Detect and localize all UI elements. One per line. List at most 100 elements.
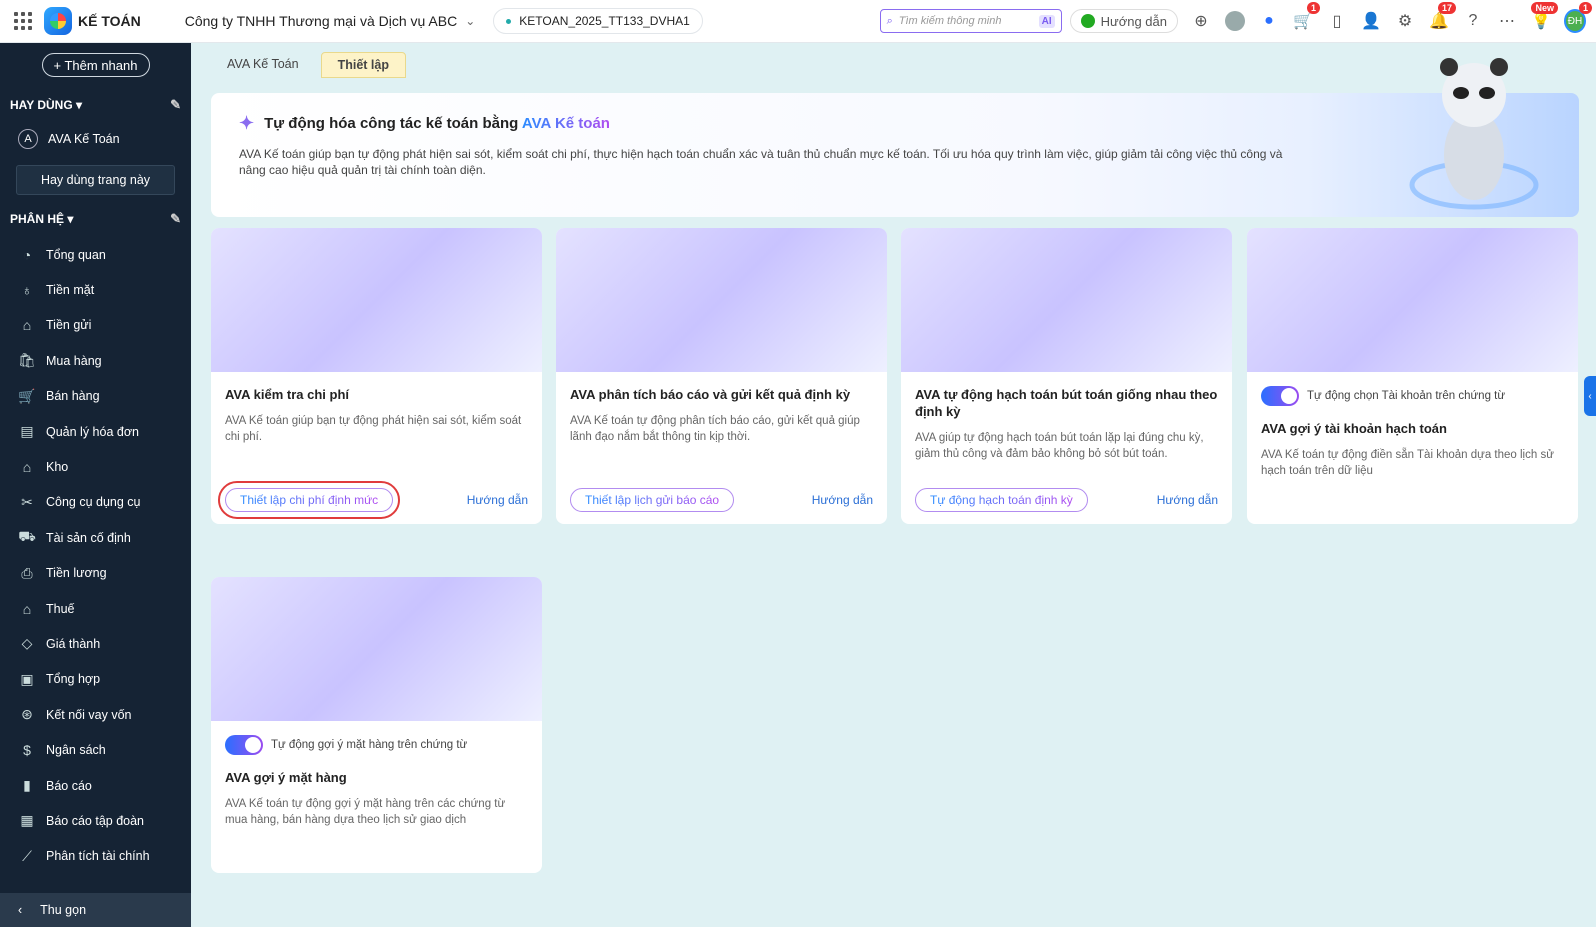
- sidebar-item-label: Bán hàng: [46, 389, 100, 404]
- sidebar-item[interactable]: ▦ Báo cáo tập đoàn: [0, 803, 191, 838]
- toggle-label: Tự động chọn Tài khoản trên chứng từ: [1307, 390, 1506, 402]
- sidebar-item[interactable]: ⛟ Tài sản cố định: [0, 520, 191, 555]
- sidebar-item[interactable]: ⟋ Phân tích tài chính: [0, 839, 191, 874]
- sparkle-icon: ✦: [239, 113, 255, 133]
- company-selector[interactable]: Công ty TNHH Thương mại và Dịch vụ ABC: [185, 13, 457, 29]
- mobile-icon[interactable]: ▯: [1326, 10, 1348, 32]
- play-icon: [1080, 14, 1095, 28]
- edit-icon[interactable]: ✎: [170, 211, 181, 227]
- card-description: AVA Kế toán tự động phân tích báo cáo, g…: [570, 415, 860, 443]
- ai-badge: AI: [1038, 14, 1055, 28]
- module-icon: ✂: [21, 493, 33, 510]
- guide-link[interactable]: Hướng dẫn: [812, 493, 873, 507]
- guide-link[interactable]: Hướng dẫn: [467, 493, 528, 507]
- module-icon: ▣: [20, 670, 34, 687]
- module-icon: ▦: [20, 812, 34, 829]
- sidebar-item[interactable]: ♁ Tiền mặt: [0, 272, 191, 307]
- module-icon: ⌂: [22, 600, 32, 617]
- sidebar-item[interactable]: ⎙ Tiền lương: [0, 556, 191, 591]
- profile-picture-icon[interactable]: [1224, 10, 1246, 32]
- sidebar-item[interactable]: ⌂ Kho: [0, 449, 191, 484]
- frequent-section-header[interactable]: HAY DÙNG ▾ ✎: [0, 95, 191, 115]
- sidebar-item-label: Phân tích tài chính: [46, 849, 150, 864]
- hero-description: AVA Kế toán giúp bạn tự động phát hiện s…: [239, 147, 1283, 177]
- cart-badge: 1: [1306, 2, 1320, 14]
- smart-search-input[interactable]: ⌕ Tìm kiếm thông minh AI: [879, 9, 1062, 33]
- cart-icon[interactable]: 🛒 1: [1292, 2, 1320, 32]
- sidebar-item-label: Kho: [46, 460, 69, 475]
- sidebar-item-label: Mua hàng: [46, 353, 102, 368]
- collapse-sidebar-button[interactable]: ‹ Thu gọn: [0, 893, 191, 927]
- download-icon[interactable]: ⊕: [1190, 10, 1212, 32]
- new-badge: New: [1531, 2, 1558, 14]
- module-icon: 🛍: [18, 352, 36, 369]
- chat-icon[interactable]: ●: [1258, 10, 1280, 32]
- sidebar-item-label: Giá thành: [46, 636, 101, 651]
- sidebar-item[interactable]: ⊛ Kết nối vay vốn: [0, 697, 191, 732]
- module-icon: ⎙: [21, 564, 33, 581]
- side-panel-toggle[interactable]: ‹: [1584, 376, 1596, 416]
- sidebar-item-ava[interactable]: A AVA Kế Toán: [0, 121, 191, 157]
- sidebar-item[interactable]: ▤ Quản lý hóa đơn: [0, 414, 191, 449]
- basket-illustration: [211, 577, 542, 721]
- search-placeholder: Tìm kiếm thông minh: [898, 15, 1002, 27]
- tab-ava[interactable]: AVA Kế Toán: [211, 52, 315, 78]
- sidebar-item[interactable]: ▮ Báo cáo: [0, 768, 191, 803]
- module-icon: ⛟: [18, 528, 36, 545]
- auto-recurring-entry-button[interactable]: Tự động hạch toán định kỳ: [915, 488, 1088, 512]
- setup-expense-norm-button[interactable]: Thiết lập chi phí định mức: [217, 481, 401, 519]
- edit-icon[interactable]: ✎: [170, 97, 181, 113]
- sidebar-item[interactable]: 🛍 Mua hàng: [0, 343, 191, 378]
- card-title: AVA phân tích báo cáo và gửi kết quả địn…: [570, 387, 851, 402]
- chevron-down-icon[interactable]: ⌄: [465, 14, 475, 28]
- guide-link[interactable]: Hướng dẫn: [1157, 493, 1218, 507]
- card-description: AVA Kế toán giúp bạn tự động phát hiện s…: [225, 415, 522, 443]
- help-icon[interactable]: ?: [1462, 10, 1484, 32]
- card-description: AVA Kế toán tự động gợi ý mặt hàng trên …: [225, 798, 506, 826]
- module-icon: ⌂: [22, 459, 32, 476]
- sidebar-item-label: Tổng hợp: [46, 672, 101, 687]
- bell-icon[interactable]: 🔔 17: [1428, 2, 1456, 32]
- favorite-page-button[interactable]: Hay dùng trang này: [16, 165, 175, 195]
- module-icon: ▤: [20, 423, 34, 440]
- sidebar-item[interactable]: ◔ Tổng quan: [0, 237, 191, 272]
- sidebar-item[interactable]: 🛒 Bán hàng: [0, 379, 191, 414]
- whats-new-icon[interactable]: 💡 New: [1530, 2, 1558, 32]
- avatar[interactable]: ĐH 1: [1564, 2, 1592, 33]
- auto-item-toggle[interactable]: [225, 735, 263, 755]
- sidebar-item[interactable]: ⌂ Tiền gửi: [0, 308, 191, 343]
- sidebar-item-label: Báo cáo tập đoàn: [46, 813, 144, 828]
- search-icon: ⌕: [886, 14, 893, 27]
- panda-mascot-icon: [1409, 58, 1539, 210]
- sidebar-item[interactable]: ✂ Công cụ dụng cụ: [0, 485, 191, 520]
- setup-report-schedule-button[interactable]: Thiết lập lịch gửi báo cáo: [570, 488, 735, 512]
- sidebar-item[interactable]: ◇ Giá thành: [0, 626, 191, 661]
- module-icon: ▮: [23, 777, 31, 794]
- module-icon: ♁: [21, 282, 33, 299]
- module-icon: ⌂: [22, 317, 32, 334]
- database-name: KETOAN_2025_TT133_DVHA1: [519, 14, 690, 28]
- sidebar-item[interactable]: ▣ Tổng hợp: [0, 662, 191, 697]
- sidebar-item[interactable]: ⌂ Thuế: [0, 591, 191, 626]
- database-chip[interactable]: KETOAN_2025_TT133_DVHA1: [493, 8, 703, 34]
- tab-settings[interactable]: Thiết lập: [320, 52, 406, 78]
- report-illustration: [556, 228, 887, 372]
- hero-title-highlight: AVA Kế toán: [521, 115, 610, 132]
- auto-account-toggle[interactable]: [1261, 386, 1299, 406]
- gear-icon[interactable]: ⚙: [1394, 10, 1416, 32]
- quick-add-button[interactable]: + Thêm nhanh: [41, 53, 150, 77]
- magnifier-illustration: [1247, 228, 1578, 372]
- module-icon: ⊛: [21, 706, 33, 723]
- app-grid-icon[interactable]: [14, 12, 32, 30]
- guide-button[interactable]: Hướng dẫn: [1069, 9, 1178, 33]
- sidebar-item-label: Thuế: [46, 601, 75, 616]
- collapse-label: Thu gọn: [40, 903, 87, 917]
- app-logo-icon: [44, 7, 72, 35]
- modules-section-header[interactable]: PHÂN HỆ ▾ ✎: [0, 209, 191, 229]
- more-icon[interactable]: ⋯: [1496, 10, 1518, 32]
- add-user-icon[interactable]: 👤: [1360, 10, 1382, 32]
- sidebar: + Thêm nhanh HAY DÙNG ▾ ✎ A AVA Kế Toán Ha…: [0, 43, 191, 927]
- calendar-illustration: [901, 228, 1232, 372]
- card-title: AVA gợi ý tài khoản hạch toán: [1261, 421, 1447, 436]
- sidebar-item[interactable]: $ Ngân sách: [0, 732, 191, 767]
